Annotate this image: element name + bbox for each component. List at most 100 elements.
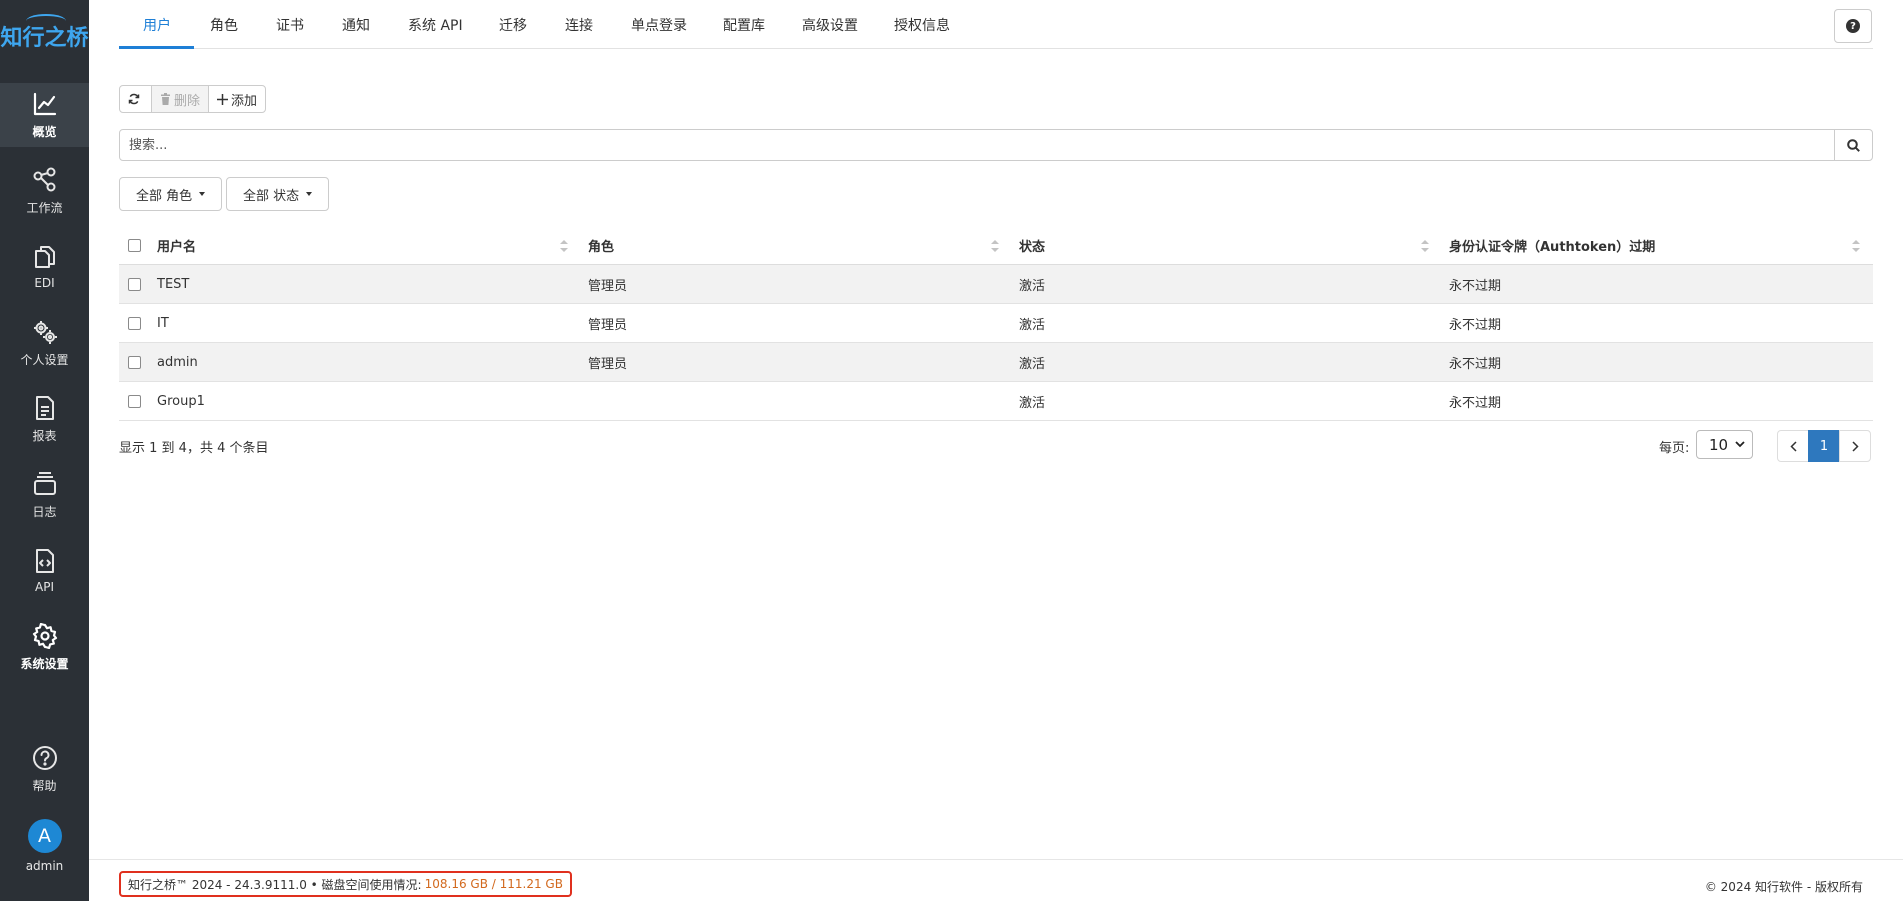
column-header-role[interactable]: 角色 bbox=[588, 226, 614, 264]
cell-role: 管理员 bbox=[588, 278, 628, 294]
status-filter-label: 全部 状态 bbox=[243, 188, 300, 204]
select-all-checkbox[interactable] bbox=[128, 239, 141, 252]
chevron-left-icon bbox=[1789, 440, 1797, 452]
disk-usage: 108.16 GB / 111.21 GB bbox=[424, 877, 563, 891]
sort-icon[interactable] bbox=[560, 240, 568, 252]
table-row[interactable]: admin 管理员 激活 永不过期 bbox=[119, 343, 1873, 382]
sidebar-item-label: 系统设置 bbox=[20, 656, 69, 671]
refresh-button[interactable] bbox=[119, 85, 152, 113]
search-input[interactable] bbox=[120, 130, 1834, 160]
gears-icon bbox=[33, 320, 57, 344]
role-filter-label: 全部 角色 bbox=[136, 188, 193, 204]
row-checkbox[interactable] bbox=[128, 395, 141, 408]
chevron-right-icon bbox=[1851, 440, 1859, 452]
cell-status: 激活 bbox=[1019, 356, 1046, 372]
cell-expiry: 永不过期 bbox=[1449, 395, 1502, 411]
tab-certificates[interactable]: 证书 bbox=[276, 0, 304, 49]
tab-license-info[interactable]: 授权信息 bbox=[894, 0, 950, 49]
row-checkbox[interactable] bbox=[128, 278, 141, 291]
column-header-username[interactable]: 用户名 bbox=[157, 226, 196, 264]
users-table: 用户名 角色 状态 身份认证令牌（Authtoken）过期 TEST 管理员 激… bbox=[119, 226, 1873, 421]
column-header-authtoken-expiry[interactable]: 身份认证令牌（Authtoken）过期 bbox=[1449, 226, 1655, 264]
tab-config-repo[interactable]: 配置库 bbox=[723, 0, 765, 49]
sidebar-item-api[interactable]: API bbox=[0, 539, 89, 603]
share-nodes-icon bbox=[33, 167, 55, 191]
table-row[interactable]: Group1 激活 永不过期 bbox=[119, 382, 1873, 421]
cell-expiry: 永不过期 bbox=[1449, 317, 1502, 333]
cell-role: 管理员 bbox=[588, 356, 628, 372]
tab-advanced-settings[interactable]: 高级设置 bbox=[802, 0, 858, 49]
toolbar: 删除 添加 bbox=[119, 85, 267, 113]
file-code-icon bbox=[35, 549, 54, 573]
status-filter-dropdown[interactable]: 全部 状态 bbox=[226, 177, 330, 211]
tab-connections[interactable]: 连接 bbox=[565, 0, 593, 49]
copy-files-icon bbox=[34, 246, 55, 268]
sidebar: 知行之桥 概览 工作流 EDI 个人设置 报表 日志 API 系统设置 帮助 A bbox=[0, 0, 89, 901]
sidebar-item-logs[interactable]: 日志 bbox=[0, 463, 89, 527]
search-button[interactable] bbox=[1834, 130, 1872, 160]
add-button[interactable]: 添加 bbox=[208, 85, 267, 113]
delete-label: 删除 bbox=[174, 93, 201, 109]
role-filter-dropdown[interactable]: 全部 角色 bbox=[119, 177, 223, 211]
sidebar-item-help[interactable]: 帮助 bbox=[0, 737, 89, 801]
logo-arc bbox=[26, 14, 66, 28]
tab-users[interactable]: 用户 bbox=[119, 0, 194, 49]
tab-system-api[interactable]: 系统 API bbox=[408, 0, 463, 49]
cell-status: 激活 bbox=[1019, 317, 1046, 333]
next-page-button[interactable] bbox=[1839, 430, 1871, 462]
cell-status: 激活 bbox=[1019, 278, 1046, 294]
sidebar-user[interactable]: A admin bbox=[0, 814, 89, 878]
prev-page-button[interactable] bbox=[1777, 430, 1809, 462]
sidebar-item-personal-settings[interactable]: 个人设置 bbox=[0, 311, 89, 375]
sidebar-item-label: 个人设置 bbox=[20, 352, 69, 367]
sidebar-item-edi[interactable]: EDI bbox=[0, 235, 89, 299]
row-checkbox[interactable] bbox=[128, 356, 141, 369]
plus-icon bbox=[217, 93, 229, 105]
avatar: A bbox=[27, 819, 62, 853]
cell-username: TEST bbox=[157, 276, 190, 292]
sidebar-item-label: 工作流 bbox=[26, 200, 63, 215]
table-row[interactable]: IT 管理员 激活 永不过期 bbox=[119, 304, 1873, 343]
cell-username: IT bbox=[157, 315, 169, 331]
top-tabs: 用户 角色 证书 通知 系统 API 迁移 连接 单点登录 配置库 高级设置 授… bbox=[119, 0, 1873, 49]
tab-migration[interactable]: 迁移 bbox=[499, 0, 527, 49]
question-circle-icon bbox=[32, 745, 57, 770]
sidebar-item-reports[interactable]: 报表 bbox=[0, 387, 89, 451]
question-icon: ? bbox=[1846, 19, 1860, 33]
sidebar-item-workflow[interactable]: 工作流 bbox=[0, 159, 89, 223]
sort-icon[interactable] bbox=[1421, 240, 1429, 252]
file-text-icon bbox=[35, 395, 54, 420]
sidebar-item-label: 帮助 bbox=[32, 778, 57, 793]
sidebar-item-label: EDI bbox=[34, 276, 55, 290]
tab-sso[interactable]: 单点登录 bbox=[631, 0, 687, 49]
sidebar-item-overview[interactable]: 概览 bbox=[0, 83, 89, 147]
search-bar bbox=[119, 129, 1873, 161]
table-row[interactable]: TEST 管理员 激活 永不过期 bbox=[119, 265, 1873, 304]
footer: 知行之桥™ 2024 - 24.3.9111.0 • 磁盘空间使用情况: 108… bbox=[89, 859, 1903, 901]
sort-icon[interactable] bbox=[991, 240, 999, 252]
sort-icon[interactable] bbox=[1852, 240, 1860, 252]
version-text: 知行之桥™ 2024 - 24.3.9111.0 • 磁盘空间使用情况: bbox=[128, 877, 422, 892]
pagination: 1 bbox=[1777, 430, 1871, 462]
cell-expiry: 永不过期 bbox=[1449, 356, 1502, 372]
cell-role: 管理员 bbox=[588, 317, 628, 333]
page-button-current[interactable]: 1 bbox=[1808, 430, 1840, 462]
tab-notifications[interactable]: 通知 bbox=[342, 0, 370, 49]
per-page-select[interactable]: 10 bbox=[1696, 430, 1753, 459]
column-header-status[interactable]: 状态 bbox=[1019, 226, 1045, 264]
cell-status: 激活 bbox=[1019, 395, 1046, 411]
logo[interactable]: 知行之桥 bbox=[0, 0, 89, 72]
refresh-icon bbox=[128, 93, 140, 105]
sidebar-item-system-settings[interactable]: 系统设置 bbox=[0, 615, 89, 679]
caret-down-icon bbox=[306, 192, 313, 196]
tab-roles[interactable]: 角色 bbox=[210, 0, 238, 49]
delete-button[interactable]: 删除 bbox=[151, 85, 210, 113]
table-header: 用户名 角色 状态 身份认证令牌（Authtoken）过期 bbox=[119, 226, 1873, 265]
row-checkbox[interactable] bbox=[128, 317, 141, 330]
add-label: 添加 bbox=[231, 93, 258, 109]
help-button[interactable]: ? bbox=[1834, 9, 1872, 43]
per-page-label: 每页: bbox=[1659, 441, 1690, 456]
chart-line-icon bbox=[33, 92, 56, 115]
cell-expiry: 永不过期 bbox=[1449, 278, 1502, 294]
gear-icon bbox=[32, 622, 57, 649]
